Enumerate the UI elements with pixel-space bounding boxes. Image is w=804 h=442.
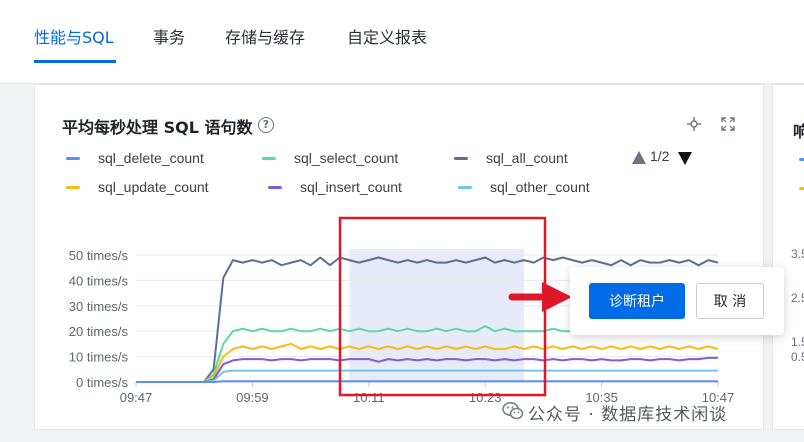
y-tick-label: 40 times/s (69, 273, 129, 288)
line-chart[interactable]: 0 times/s 10 times/s 20 times/s 30 times/s 4… (0, 0, 804, 442)
diagnose-tenant-button[interactable]: 诊断租户 (589, 283, 685, 319)
x-tick-label: 10:23 (469, 390, 502, 405)
x-tick-label: 09:59 (236, 390, 269, 405)
series-line-sql-delete-count (136, 380, 718, 383)
cancel-button[interactable]: 取 消 (696, 283, 764, 319)
annotation-arrow-head (542, 282, 572, 312)
y-tick-label: 30 times/s (69, 299, 129, 314)
y-tick-label: 50 times/s (69, 248, 129, 263)
y-tick-label: 20 times/s (69, 324, 129, 339)
x-tick-label: 09:47 (120, 390, 153, 405)
y-tick-label: 0 times/s (76, 375, 129, 390)
y-tick-label: 10 times/s (69, 350, 129, 365)
watermark-text: 公众号 · 数据库技术闲谈 (528, 405, 728, 425)
wechat-icon (502, 402, 524, 420)
action-popover: 诊断租户 取 消 (570, 267, 784, 335)
x-tick-label: 10:11 (353, 390, 385, 405)
selection-range (349, 249, 524, 382)
